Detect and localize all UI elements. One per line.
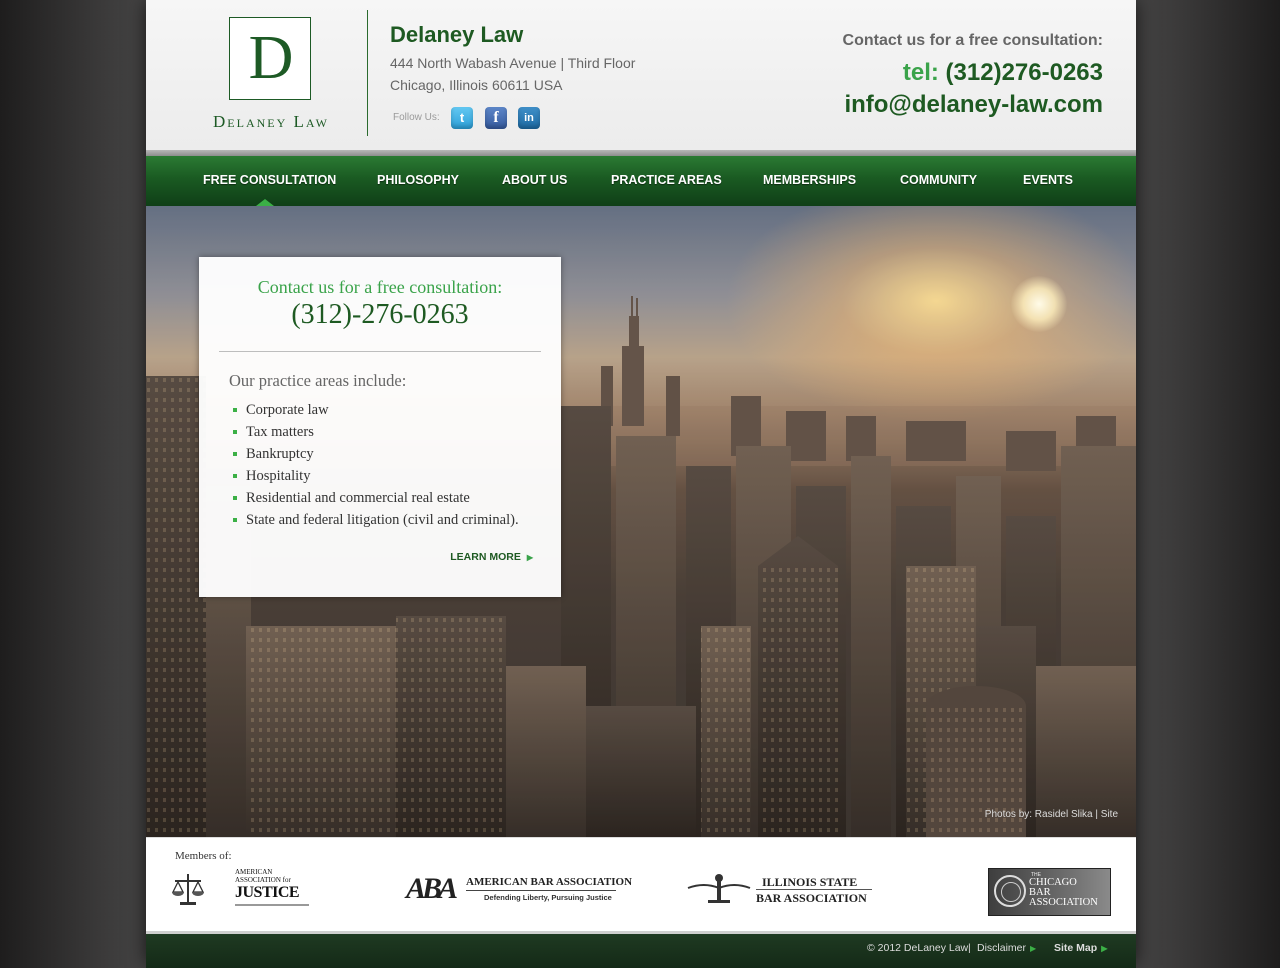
triangle-right-icon: ▶ bbox=[1030, 944, 1037, 953]
photo-credit[interactable]: Photos by: Rasidel Slika | Site bbox=[985, 809, 1118, 820]
main-nav: FREE CONSULTATION PHILOSOPHY ABOUT US PR… bbox=[146, 156, 1136, 206]
cba-seal-icon bbox=[994, 875, 1026, 907]
address-line-2: Chicago, Illinois 60611 USA bbox=[390, 77, 563, 93]
cba-line-3: ASSOCIATION bbox=[1029, 897, 1098, 908]
copyright: © 2012 DeLaney Law bbox=[867, 942, 969, 954]
list-item: State and federal litigation (civil and … bbox=[233, 511, 519, 533]
isba-rule bbox=[756, 889, 872, 890]
nav-community[interactable]: COMMUNITY bbox=[900, 173, 977, 187]
facebook-icon[interactable]: f bbox=[485, 107, 507, 129]
scales-of-justice-icon bbox=[171, 874, 205, 905]
site-header: D Delaney Law Delaney Law 444 North Waba… bbox=[146, 0, 1136, 150]
nav-practice-areas[interactable]: PRACTICE AREAS bbox=[611, 173, 722, 187]
cba-logo[interactable]: THE CHICAGO BAR ASSOCIATION bbox=[988, 868, 1111, 916]
header-phone[interactable]: tel: (312)276-0263 bbox=[903, 59, 1103, 87]
hero-banner: Photos by: Rasidel Slika | Site Contact … bbox=[146, 206, 1136, 837]
address-line-1: 444 North Wabash Avenue | Third Floor bbox=[390, 55, 636, 71]
list-item: Hospitality bbox=[233, 467, 519, 489]
isba-line-1: ILLINOIS STATE bbox=[762, 875, 858, 889]
page: D Delaney Law Delaney Law 444 North Waba… bbox=[146, 0, 1136, 968]
aaj-line-2: ASSOCIATION for bbox=[235, 876, 291, 884]
tel-number: (312)276-0263 bbox=[945, 59, 1103, 86]
isba-line-2: BAR ASSOCIATION bbox=[756, 891, 867, 905]
nav-about-us[interactable]: ABOUT US bbox=[502, 173, 567, 187]
members-strip: Members of: AMERICAN ASSOCIATION for JUS… bbox=[146, 837, 1136, 932]
card-divider bbox=[219, 351, 541, 352]
list-item: Corporate law bbox=[233, 401, 519, 423]
practice-heading: Our practice areas include: bbox=[229, 371, 407, 390]
aaj-line-1: AMERICAN bbox=[235, 868, 273, 876]
triangle-right-icon: ▶ bbox=[526, 553, 533, 562]
members-label: Members of: bbox=[175, 850, 232, 862]
aaj-underline bbox=[235, 904, 309, 906]
card-cta-label: Contact us for a free consultation: bbox=[257, 277, 503, 297]
learn-more-label: LEARN MORE bbox=[450, 551, 521, 563]
triangle-right-icon: ▶ bbox=[1101, 944, 1108, 953]
aba-rule bbox=[466, 890, 616, 891]
follow-us-label: Follow Us: bbox=[393, 112, 440, 123]
isba-emblem-icon bbox=[687, 874, 751, 903]
aaj-logo[interactable]: AMERICAN ASSOCIATION for JUSTICE bbox=[171, 868, 311, 910]
aba-mark: ABA bbox=[406, 872, 458, 905]
nav-philosophy[interactable]: PHILOSOPHY bbox=[377, 173, 459, 187]
list-item: Bankruptcy bbox=[233, 445, 519, 467]
aaj-line-3: JUSTICE bbox=[235, 884, 300, 901]
linkedin-icon[interactable]: in bbox=[518, 107, 540, 129]
tel-prefix: tel: bbox=[902, 59, 939, 86]
sitemap-label: Site Map bbox=[1054, 942, 1098, 954]
sun-glare bbox=[1011, 276, 1067, 332]
firm-name: Delaney Law bbox=[390, 22, 524, 47]
footer-separator: | bbox=[968, 942, 971, 954]
aba-logo[interactable]: ABA AMERICAN BAR ASSOCIATION Defending L… bbox=[406, 872, 632, 908]
practice-list: Corporate law Tax matters Bankruptcy Hos… bbox=[233, 401, 519, 533]
header-email[interactable]: info@delaney-law.com bbox=[844, 91, 1103, 119]
disclaimer-label: Disclaimer bbox=[977, 942, 1027, 954]
contact-label: Contact us for a free consultation: bbox=[842, 32, 1103, 49]
site-footer: © 2012 DeLaney Law | Disclaimer ▶ Site Ma… bbox=[146, 931, 1136, 968]
learn-more-link[interactable]: LEARN MORE ▶ bbox=[450, 551, 533, 563]
list-item: Residential and commercial real estate bbox=[233, 489, 519, 511]
logo-mark[interactable]: D bbox=[229, 17, 311, 100]
aba-name: AMERICAN BAR ASSOCIATION bbox=[466, 876, 633, 888]
isba-logo[interactable]: ILLINOIS STATE BAR ASSOCIATION bbox=[686, 872, 876, 908]
logo-letter: D bbox=[248, 24, 294, 92]
nav-events[interactable]: EVENTS bbox=[1023, 173, 1073, 187]
consultation-card: Contact us for a free consultation: (312… bbox=[199, 257, 561, 597]
twitter-icon[interactable]: t bbox=[451, 107, 473, 129]
header-divider bbox=[367, 10, 368, 136]
nav-memberships[interactable]: MEMBERSHIPS bbox=[763, 173, 856, 187]
card-phone[interactable]: (312)-276-0263 bbox=[199, 299, 561, 331]
list-item: Tax matters bbox=[233, 423, 519, 445]
sitemap-link[interactable]: Site Map ▶ bbox=[1054, 942, 1107, 954]
logo-wordmark[interactable]: Delaney Law bbox=[186, 112, 356, 132]
nav-free-consultation[interactable]: FREE CONSULTATION bbox=[203, 173, 336, 187]
aba-tagline: Defending Liberty, Pursuing Justice bbox=[484, 893, 612, 902]
disclaimer-link[interactable]: Disclaimer ▶ bbox=[977, 942, 1036, 954]
active-nav-indicator bbox=[256, 199, 274, 206]
